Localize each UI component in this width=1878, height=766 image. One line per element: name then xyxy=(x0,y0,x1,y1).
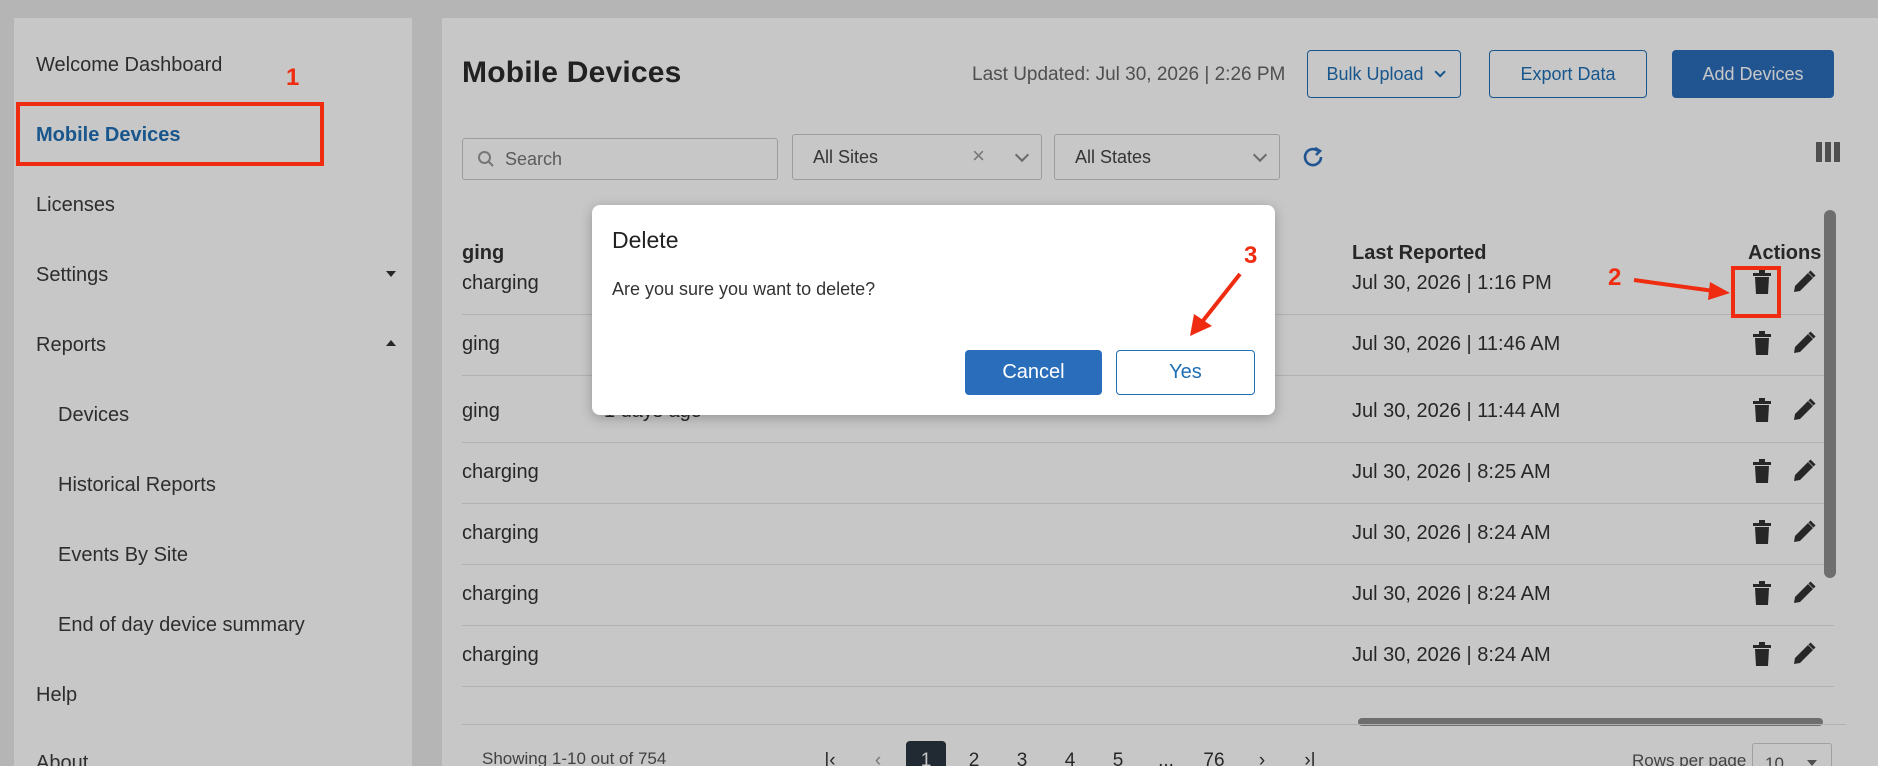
annotation-arrow-2-icon xyxy=(1633,278,1730,300)
annotation-number-2: 2 xyxy=(1608,264,1622,291)
cancel-button[interactable]: Cancel xyxy=(965,350,1102,395)
annotation-arrow-3-icon xyxy=(1190,272,1242,336)
dialog-title: Delete xyxy=(612,227,679,253)
annotation-box-2 xyxy=(1731,266,1781,318)
dialog-message: Are you sure you want to delete? xyxy=(612,279,876,299)
yes-button[interactable]: Yes xyxy=(1116,350,1255,395)
annotation-number-1: 1 xyxy=(286,64,300,91)
delete-dialog: Delete Are you sure you want to delete? … xyxy=(592,205,1275,415)
annotation-number-3: 3 xyxy=(1244,242,1258,269)
annotation-box-1 xyxy=(16,102,324,166)
